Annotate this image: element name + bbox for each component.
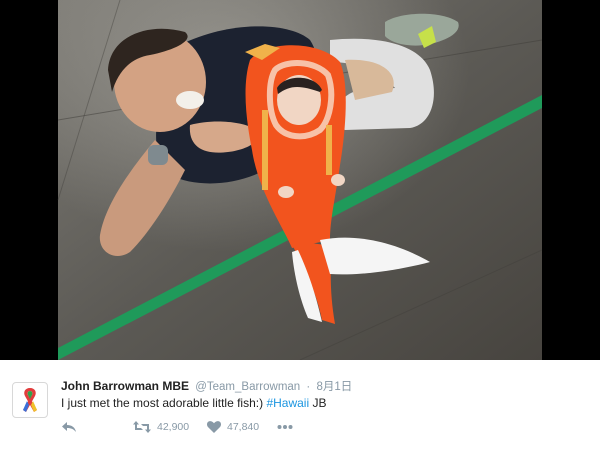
tweet-signature: JB [312,396,327,410]
tweet-text: I just met the most adorable little fish… [61,395,326,411]
retweet-count: 42,900 [157,421,190,433]
retweet-icon [133,421,151,433]
tweet-date[interactable]: 8月1日 [316,381,352,393]
more-dots-icon [277,425,293,429]
hashtag-link[interactable]: #Hawaii [266,396,309,410]
like-count: 47,840 [227,421,260,433]
author-name[interactable]: John Barrowman MBE [61,379,189,393]
avatar[interactable] [12,382,48,418]
reply-icon [62,422,76,432]
more-button[interactable] [277,424,293,430]
like-button[interactable]: 47,840 [207,421,277,433]
tweet-body-text: I just met the most adorable little fish… [61,396,264,410]
heart-icon [207,421,221,433]
author-handle[interactable]: @Team_Barrowman [195,381,300,393]
separator-dot: · [306,381,311,393]
tweet-actions: 42,900 47,840 [61,418,293,436]
retweet-button[interactable]: 42,900 [133,421,207,433]
awareness-ribbon-icon [23,388,37,412]
photo-man-with-baby-in-fish-costume [0,0,600,360]
reply-button[interactable] [61,421,133,433]
tweet-header: John Barrowman MBE @Team_Barrowman · 8月1… [61,378,352,394]
tweet-photo[interactable] [0,0,600,360]
